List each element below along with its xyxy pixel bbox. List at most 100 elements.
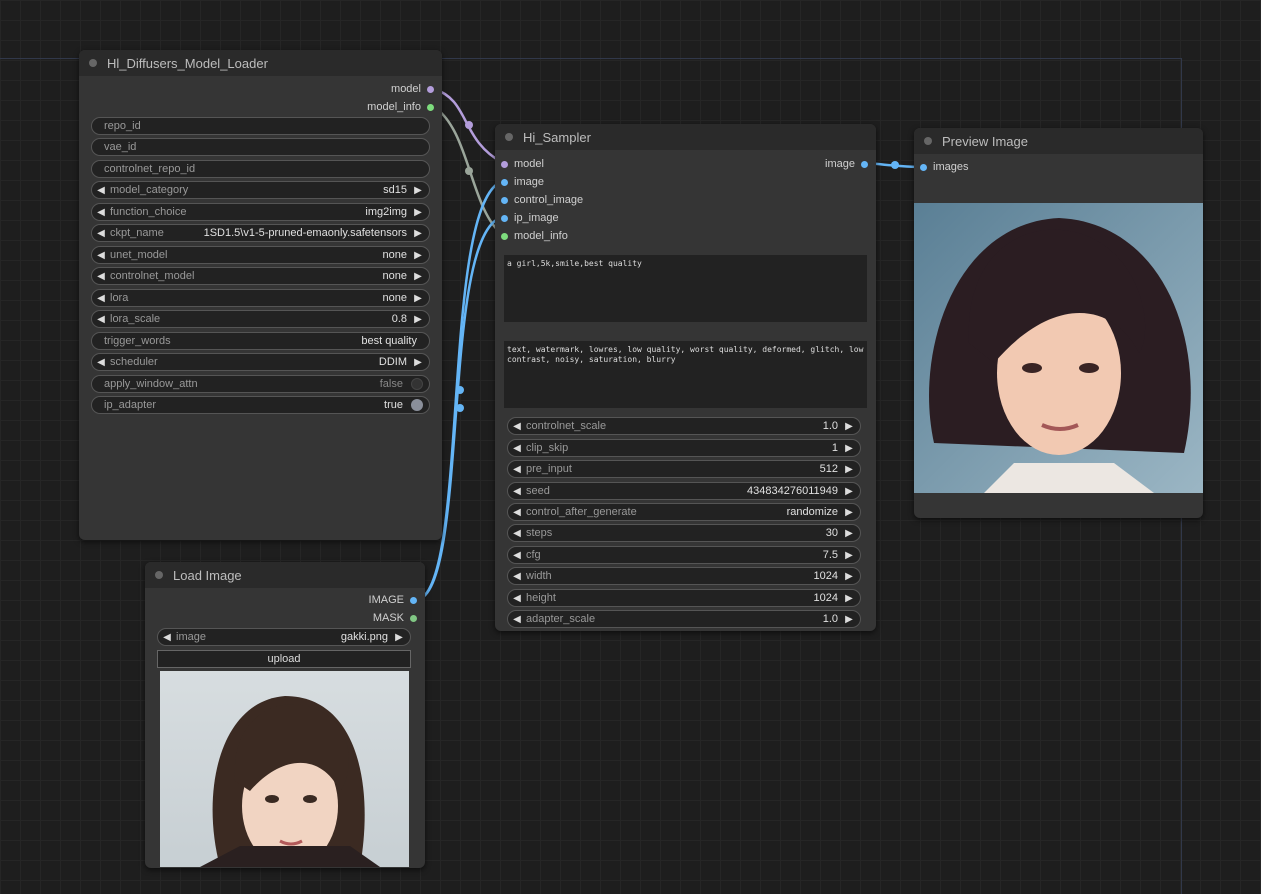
- slot-dot-icon[interactable]: [861, 160, 868, 168]
- arrow-left-icon[interactable]: ◀: [96, 185, 106, 196]
- arrow-left-icon[interactable]: ◀: [96, 207, 106, 218]
- slot-dot-icon[interactable]: [501, 160, 508, 168]
- arrow-left-icon[interactable]: ◀: [512, 593, 522, 604]
- collapse-dot-icon[interactable]: [155, 571, 163, 579]
- clip-skip-number[interactable]: ◀ clip_skip 1 ▶: [507, 439, 861, 457]
- pre-input-number[interactable]: ◀ pre_input 512 ▶: [507, 460, 861, 478]
- arrow-right-icon[interactable]: ▶: [844, 528, 854, 539]
- controlnet-repo-id-field[interactable]: controlnet_repo_id: [91, 160, 430, 178]
- cfg-number[interactable]: ◀ cfg 7.5 ▶: [507, 546, 861, 564]
- arrow-left-icon[interactable]: ◀: [96, 293, 106, 304]
- arrow-left-icon[interactable]: ◀: [512, 421, 522, 432]
- arrow-left-icon[interactable]: ◀: [96, 228, 106, 239]
- ip-adapter-toggle[interactable]: ip_adapter true: [91, 396, 430, 414]
- collapse-dot-icon[interactable]: [505, 133, 513, 141]
- arrow-right-icon[interactable]: ▶: [844, 421, 854, 432]
- scheduler-combo[interactable]: ◀ scheduler DDIM ▶: [91, 353, 430, 371]
- output-image[interactable]: image: [825, 158, 868, 170]
- arrow-left-icon[interactable]: ◀: [512, 550, 522, 561]
- slot-dot-icon[interactable]: [501, 196, 508, 204]
- arrow-left-icon[interactable]: ◀: [512, 464, 522, 475]
- output-model-info[interactable]: model_info: [367, 101, 434, 113]
- slot-dot-icon[interactable]: [501, 214, 508, 222]
- input-ip-image[interactable]: ip_image: [501, 212, 559, 224]
- collapse-dot-icon[interactable]: [924, 137, 932, 145]
- slot-dot-icon[interactable]: [427, 85, 434, 93]
- arrow-right-icon[interactable]: ▶: [413, 185, 423, 196]
- arrow-right-icon[interactable]: ▶: [844, 614, 854, 625]
- node-title-bar[interactable]: Hi_Sampler: [495, 124, 876, 150]
- controlnet-model-combo[interactable]: ◀ controlnet_model none ▶: [91, 267, 430, 285]
- arrow-left-icon[interactable]: ◀: [96, 271, 106, 282]
- arrow-right-icon[interactable]: ▶: [844, 593, 854, 604]
- slot-dot-icon[interactable]: [410, 596, 417, 604]
- steps-number[interactable]: ◀ steps 30 ▶: [507, 524, 861, 542]
- output-model[interactable]: model: [391, 83, 434, 95]
- input-control-image[interactable]: control_image: [501, 194, 583, 206]
- input-model-info[interactable]: model_info: [501, 230, 568, 242]
- arrow-right-icon[interactable]: ▶: [844, 464, 854, 475]
- height-number[interactable]: ◀ height 1024 ▶: [507, 589, 861, 607]
- model-loader-node[interactable]: Hl_Diffusers_Model_Loader model model_in…: [79, 50, 442, 540]
- unet-model-combo[interactable]: ◀ unet_model none ▶: [91, 246, 430, 264]
- arrow-left-icon[interactable]: ◀: [512, 507, 522, 518]
- arrow-right-icon[interactable]: ▶: [844, 550, 854, 561]
- controlnet-scale-number[interactable]: ◀ controlnet_scale 1.0 ▶: [507, 417, 861, 435]
- sampler-node[interactable]: Hi_Sampler model image control_image ip_…: [495, 124, 876, 631]
- arrow-right-icon[interactable]: ▶: [394, 632, 404, 643]
- preview-image-node[interactable]: Preview Image images: [914, 128, 1203, 518]
- arrow-right-icon[interactable]: ▶: [413, 250, 423, 261]
- collapse-dot-icon[interactable]: [89, 59, 97, 67]
- input-image[interactable]: image: [501, 176, 544, 188]
- arrow-right-icon[interactable]: ▶: [413, 228, 423, 239]
- input-model[interactable]: model: [501, 158, 544, 170]
- arrow-left-icon[interactable]: ◀: [96, 357, 106, 368]
- arrow-right-icon[interactable]: ▶: [413, 207, 423, 218]
- input-images[interactable]: images: [920, 161, 968, 173]
- seed-number[interactable]: ◀ seed 434834276011949 ▶: [507, 482, 861, 500]
- node-title-bar[interactable]: Load Image: [145, 562, 425, 588]
- lora-scale-number[interactable]: ◀ lora_scale 0.8 ▶: [91, 310, 430, 328]
- arrow-right-icon[interactable]: ▶: [413, 271, 423, 282]
- arrow-left-icon[interactable]: ◀: [512, 614, 522, 625]
- model-category-combo[interactable]: ◀ model_category sd15 ▶: [91, 181, 430, 199]
- output-image[interactable]: IMAGE: [369, 594, 417, 606]
- arrow-left-icon[interactable]: ◀: [512, 443, 522, 454]
- toggle-off-icon[interactable]: [411, 378, 423, 390]
- load-image-node[interactable]: Load Image IMAGE MASK ◀ image gakki.png …: [145, 562, 425, 868]
- repo-id-field[interactable]: repo_id: [91, 117, 430, 135]
- slot-dot-icon[interactable]: [501, 178, 508, 186]
- output-mask[interactable]: MASK: [373, 612, 417, 624]
- toggle-on-icon[interactable]: [411, 399, 423, 411]
- arrow-left-icon[interactable]: ◀: [96, 314, 106, 325]
- positive-prompt-textarea[interactable]: a girl,5k,smile,best quality: [504, 255, 867, 322]
- arrow-right-icon[interactable]: ▶: [844, 507, 854, 518]
- arrow-right-icon[interactable]: ▶: [413, 293, 423, 304]
- trigger-words-field[interactable]: trigger_words best quality: [91, 332, 430, 350]
- arrow-right-icon[interactable]: ▶: [413, 314, 423, 325]
- function-choice-combo[interactable]: ◀ function_choice img2img ▶: [91, 203, 430, 221]
- slot-dot-icon[interactable]: [410, 614, 417, 622]
- arrow-left-icon[interactable]: ◀: [96, 250, 106, 261]
- slot-dot-icon[interactable]: [501, 232, 508, 240]
- arrow-right-icon[interactable]: ▶: [844, 571, 854, 582]
- arrow-right-icon[interactable]: ▶: [844, 443, 854, 454]
- control-after-generate-combo[interactable]: ◀ control_after_generate randomize ▶: [507, 503, 861, 521]
- arrow-left-icon[interactable]: ◀: [512, 528, 522, 539]
- upload-button[interactable]: upload: [157, 650, 411, 668]
- slot-dot-icon[interactable]: [920, 163, 927, 171]
- slot-dot-icon[interactable]: [427, 103, 434, 111]
- vae-id-field[interactable]: vae_id: [91, 138, 430, 156]
- lora-combo[interactable]: ◀ lora none ▶: [91, 289, 430, 307]
- node-title-bar[interactable]: Hl_Diffusers_Model_Loader: [79, 50, 442, 76]
- ckpt-name-combo[interactable]: ◀ ckpt_name 1SD1.5\v1-5-pruned-emaonly.s…: [91, 224, 430, 242]
- arrow-right-icon[interactable]: ▶: [844, 486, 854, 497]
- width-number[interactable]: ◀ width 1024 ▶: [507, 567, 861, 585]
- image-combo[interactable]: ◀ image gakki.png ▶: [157, 628, 411, 646]
- adapter-scale-number[interactable]: ◀ adapter_scale 1.0 ▶: [507, 610, 861, 628]
- arrow-left-icon[interactable]: ◀: [512, 486, 522, 497]
- arrow-right-icon[interactable]: ▶: [413, 357, 423, 368]
- node-title-bar[interactable]: Preview Image: [914, 128, 1203, 154]
- apply-window-attn-toggle[interactable]: apply_window_attn false: [91, 375, 430, 393]
- arrow-left-icon[interactable]: ◀: [162, 632, 172, 643]
